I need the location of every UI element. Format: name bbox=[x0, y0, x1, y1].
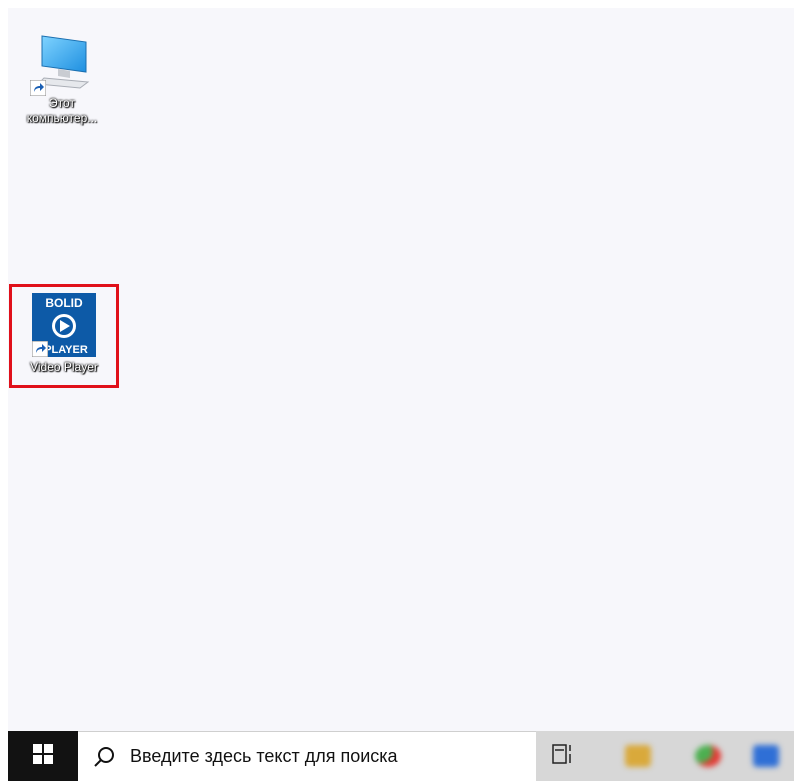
app-icon bbox=[753, 745, 779, 767]
monitor-icon bbox=[29, 32, 94, 97]
search-icon bbox=[92, 745, 116, 769]
taskbar: Введите здесь текст для поиска bbox=[8, 731, 794, 781]
file-explorer-icon bbox=[625, 745, 651, 767]
logo-top-text: BOLID bbox=[45, 296, 83, 310]
task-view-icon bbox=[552, 743, 574, 769]
desktop-icon-label: Video Player bbox=[30, 360, 98, 374]
taskbar-app-file-explorer[interactable] bbox=[608, 731, 668, 781]
logo-bottom-text: PLAYER bbox=[44, 344, 88, 356]
taskbar-search-box[interactable]: Введите здесь текст для поиска bbox=[78, 731, 536, 781]
start-button[interactable] bbox=[8, 731, 78, 781]
desktop-icon-label: Этот компьютер... bbox=[26, 96, 98, 125]
windows-logo-icon bbox=[33, 743, 53, 769]
taskbar-app-generic[interactable] bbox=[738, 731, 794, 781]
taskbar-app-chrome[interactable] bbox=[678, 731, 738, 781]
desktop-icon-this-pc[interactable]: Этот компьютер... bbox=[12, 32, 112, 126]
chrome-icon bbox=[695, 745, 721, 767]
desktop-icon-video-player[interactable]: BOLID PLAYER Video Player bbox=[9, 284, 119, 388]
desktop[interactable]: Этот компьютер... BOLID PLAYER Video Pla… bbox=[8, 8, 794, 731]
shortcut-arrow-icon bbox=[29, 79, 47, 97]
task-view-button[interactable] bbox=[538, 731, 588, 781]
shortcut-arrow-icon bbox=[31, 340, 49, 358]
bolid-player-logo-icon: BOLID PLAYER bbox=[31, 293, 96, 358]
search-placeholder: Введите здесь текст для поиска bbox=[130, 746, 398, 766]
